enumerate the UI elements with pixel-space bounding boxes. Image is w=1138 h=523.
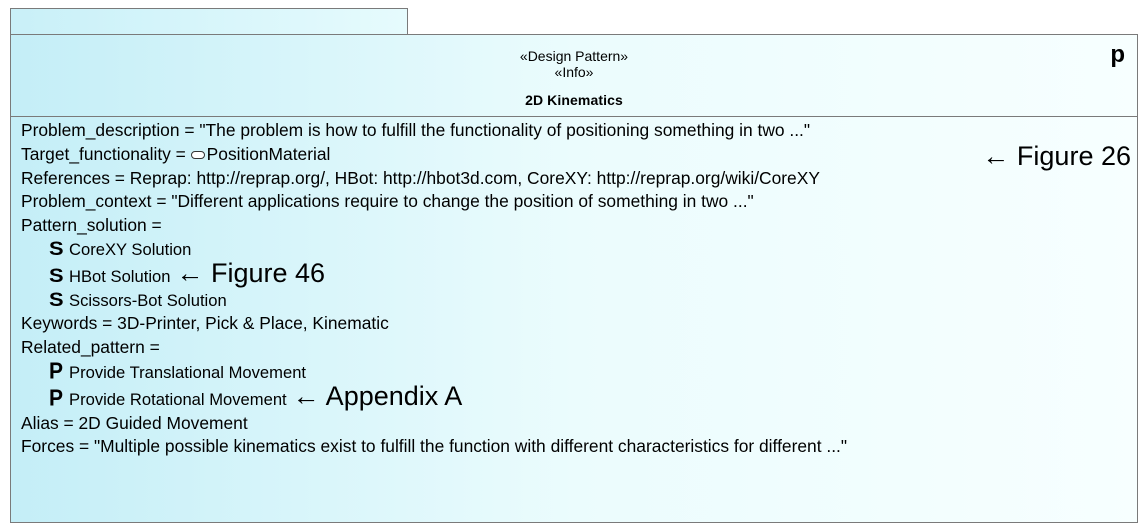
annotation-appendix-a: ← Appendix A [292, 380, 463, 411]
stereotype-design-pattern: «Design Pattern» [519, 48, 629, 64]
problem-description-row: Problem_description = "The problem is ho… [21, 120, 811, 140]
solution-label: CoreXY Solution [69, 239, 192, 259]
solution-label: Scissors-Bot Solution [69, 290, 227, 310]
related-label: Provide Translational Movement [69, 362, 307, 382]
related-label: Provide Rotational Movement [69, 389, 287, 409]
stereotype-info: «Info» [554, 64, 594, 80]
element-name: 2D Kinematics [525, 92, 623, 108]
solution-s-icon: S [49, 265, 64, 287]
function-pill-icon [190, 150, 205, 159]
solution-item-hbot[interactable]: S HBot Solution ← Figure 46 [21, 259, 1137, 289]
references-row: References = Reprap: http://reprap.org/,… [21, 167, 820, 188]
solution-label: HBot Solution [69, 266, 171, 286]
pattern-solution-row: Pattern_solution = [21, 215, 162, 236]
pattern-p-icon: P [49, 359, 64, 384]
related-pattern-row: Related_pattern = [21, 337, 160, 358]
annotation-figure-46: ← Figure 46 [176, 257, 326, 288]
attribute-compartment: Problem_description = "The problem is ho… [11, 117, 1137, 459]
solution-s-icon: S [49, 238, 64, 260]
problem-context-row: Problem_context = "Different application… [21, 191, 754, 212]
pattern-p-icon: P [49, 385, 64, 411]
target-functionality-value[interactable]: PositionMaterial [207, 144, 331, 164]
related-item-translational[interactable]: P Provide Translational Movement [21, 359, 1137, 385]
solution-item-scissors-bot[interactable]: S Scissors-Bot Solution [21, 289, 1137, 313]
keywords-row: Keywords = 3D-Printer, Pick & Place, Kin… [21, 313, 389, 334]
solution-s-icon: S [49, 289, 64, 311]
design-pattern-element[interactable]: «Design Pattern» «Info» 2D Kinematics p … [10, 34, 1138, 523]
related-item-rotational[interactable]: P Provide Rotational Movement ← Appendix A [21, 382, 1137, 412]
alias-row: Alias = 2D Guided Movement [21, 412, 248, 433]
target-functionality-label: Target_functionality = [21, 143, 191, 164]
target-functionality-row: Target_functionality = PositionMaterial … [21, 142, 1137, 169]
forces-row: Forces = "Multiple possible kinematics e… [21, 436, 848, 457]
pattern-type-icon: p [1110, 41, 1125, 68]
element-header: «Design Pattern» «Info» 2D Kinematics p [11, 35, 1137, 117]
element-tab [10, 8, 408, 34]
